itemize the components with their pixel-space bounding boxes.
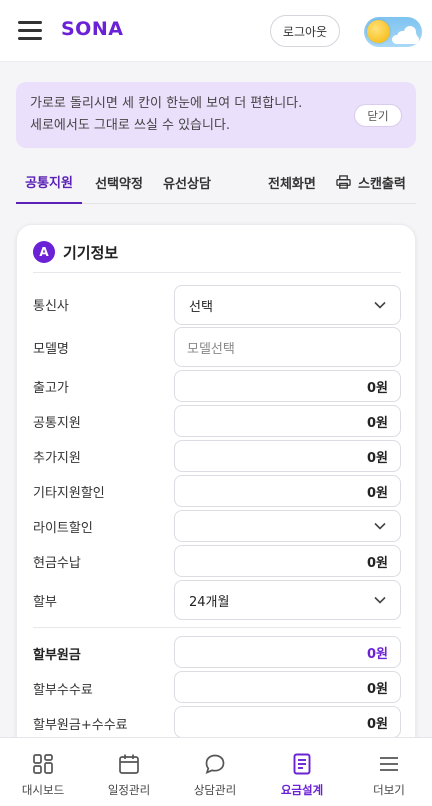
principal-label: 할부원금 bbox=[33, 648, 81, 663]
brand-logo: SONA bbox=[61, 18, 124, 40]
nav-more[interactable]: 더보기 bbox=[346, 738, 432, 806]
theme-toggle[interactable] bbox=[364, 17, 422, 47]
tab-selective-contract[interactable]: 선택약정 bbox=[86, 160, 152, 204]
menu-icon bbox=[380, 757, 398, 771]
carrier-select[interactable]: 선택 bbox=[174, 285, 401, 325]
print-button[interactable]: 스캔출력 bbox=[336, 160, 406, 204]
logout-button[interactable]: 로그아웃 bbox=[270, 15, 340, 47]
app-header: SONA 로그아웃 bbox=[0, 0, 432, 62]
print-label: 스캔출력 bbox=[358, 176, 406, 192]
dashboard-icon bbox=[33, 754, 53, 774]
light-discount-select[interactable] bbox=[174, 510, 401, 542]
principal-plus-fee-label: 할부원금+수수료 bbox=[33, 718, 128, 733]
release-price-input[interactable]: 0원 bbox=[174, 370, 401, 402]
principal-value: 0원 bbox=[174, 636, 401, 668]
notice-line-1: 가로로 돌리시면 세 칸이 한눈에 보여 더 편합니다. bbox=[30, 96, 303, 111]
carrier-label: 통신사 bbox=[33, 299, 69, 314]
document-icon bbox=[293, 753, 311, 775]
installment-label: 할부 bbox=[33, 595, 57, 610]
nav-consult[interactable]: 상담관리 bbox=[172, 738, 258, 806]
section-badge: A bbox=[33, 241, 55, 263]
fee-label: 할부수수료 bbox=[33, 683, 93, 698]
installment-select[interactable]: 24개월 bbox=[174, 580, 401, 620]
cash-payment-label: 현금수납 bbox=[33, 556, 81, 571]
calendar-icon bbox=[119, 754, 139, 774]
chevron-down-icon bbox=[374, 522, 386, 530]
release-price-label: 출고가 bbox=[33, 381, 69, 396]
model-select-field[interactable]: 모델선택 bbox=[174, 327, 401, 367]
principal-plus-fee-value: 0원 bbox=[174, 706, 401, 738]
orientation-notice: 가로로 돌리시면 세 칸이 한눈에 보여 더 편합니다. 세로에서도 그대로 쓰… bbox=[16, 82, 416, 148]
notice-line-2: 세로에서도 그대로 쓰실 수 있습니다. bbox=[30, 118, 231, 133]
printer-icon bbox=[336, 175, 351, 189]
bottom-navigation: 대시보드 일정관리 상담관리 요금설계 더보기 bbox=[0, 737, 432, 806]
nav-dashboard[interactable]: 대시보드 bbox=[0, 738, 86, 806]
other-discount-input[interactable]: 0원 bbox=[174, 475, 401, 507]
sun-icon bbox=[367, 20, 390, 43]
tab-bar: 공통지원 선택약정 유선상담 전체화면 스캔출력 bbox=[16, 160, 416, 204]
chevron-down-icon bbox=[374, 596, 386, 604]
device-info-card: A 기기정보 통신사 선택 모델명 모델선택 출고가 0원 공통지원 0원 추가… bbox=[16, 224, 416, 764]
tab-wired-consult[interactable]: 유선상담 bbox=[154, 160, 220, 204]
common-support-input[interactable]: 0원 bbox=[174, 405, 401, 437]
chevron-down-icon bbox=[374, 301, 386, 309]
hamburger-menu-icon[interactable] bbox=[18, 21, 42, 41]
other-discount-label: 기타지원할인 bbox=[33, 486, 105, 501]
light-discount-label: 라이트할인 bbox=[33, 521, 93, 536]
chat-bubble-icon bbox=[205, 754, 225, 775]
cash-payment-input[interactable]: 0원 bbox=[174, 545, 401, 577]
extra-support-input[interactable]: 0원 bbox=[174, 440, 401, 472]
section-title: 기기정보 bbox=[63, 244, 119, 262]
nav-rate-design[interactable]: 요금설계 bbox=[259, 738, 345, 806]
common-support-label: 공통지원 bbox=[33, 416, 81, 431]
extra-support-label: 추가지원 bbox=[33, 451, 81, 466]
fee-value: 0원 bbox=[174, 671, 401, 703]
tab-common-support[interactable]: 공통지원 bbox=[16, 160, 82, 204]
model-label: 모델명 bbox=[33, 342, 69, 357]
notice-close-button[interactable]: 닫기 bbox=[354, 104, 402, 127]
fullscreen-button[interactable]: 전체화면 bbox=[268, 160, 316, 204]
nav-schedule[interactable]: 일정관리 bbox=[86, 738, 172, 806]
